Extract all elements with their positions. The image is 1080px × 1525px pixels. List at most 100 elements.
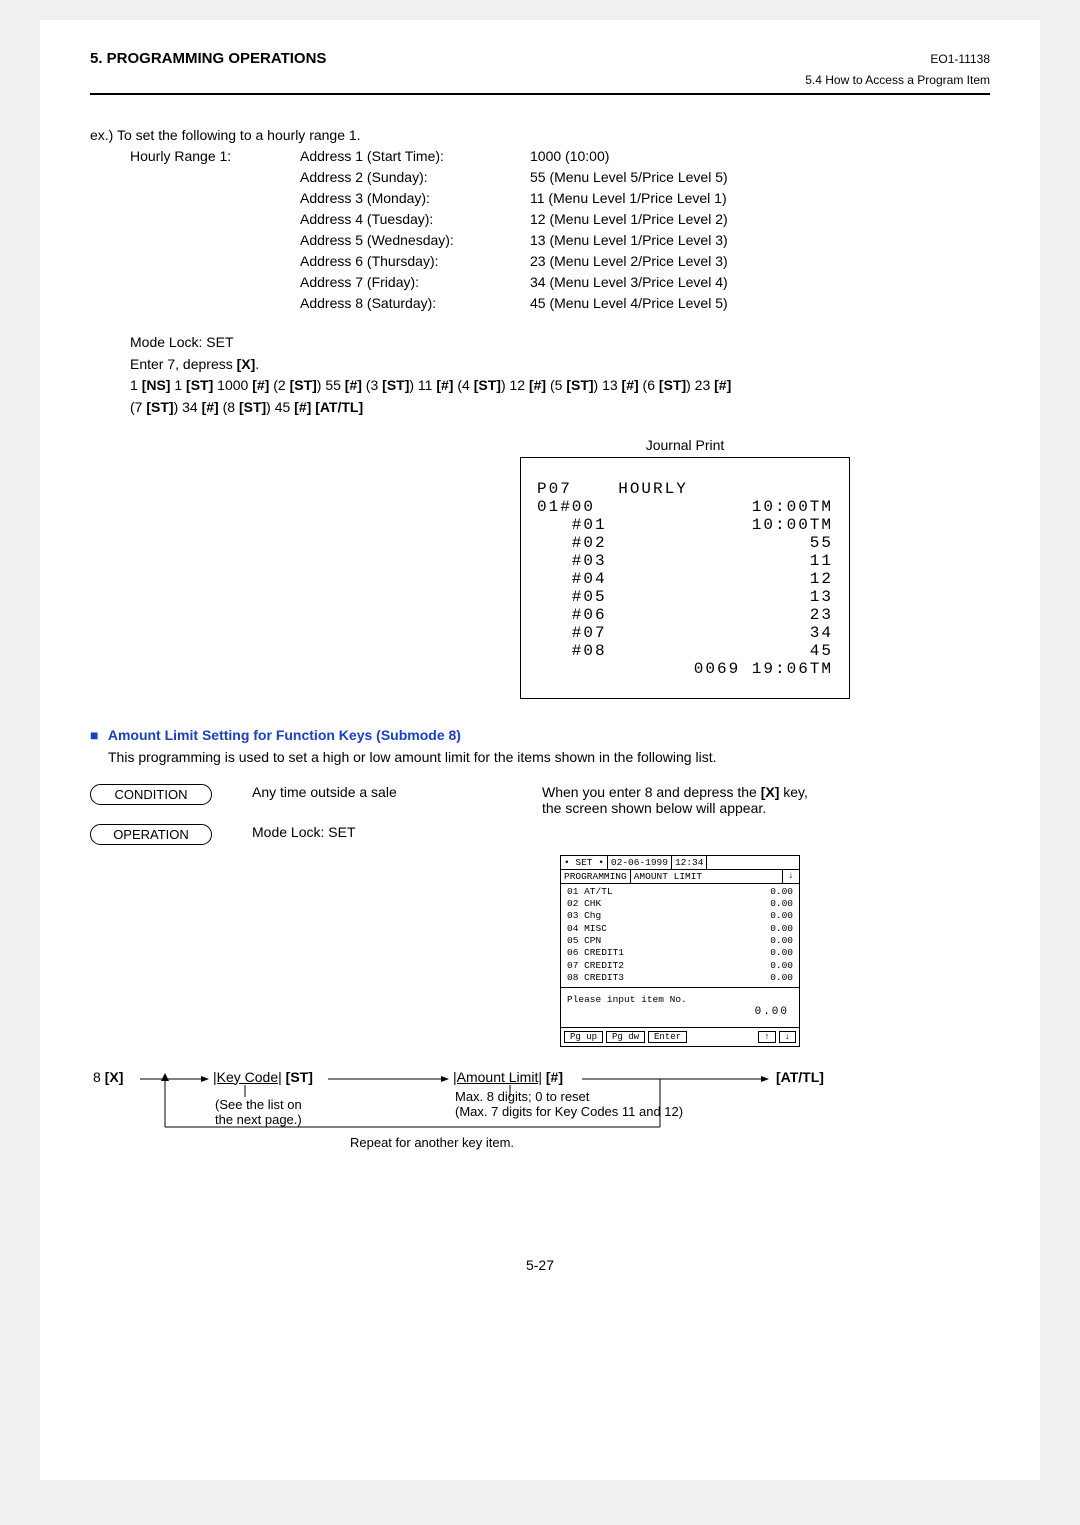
screen-time: 12:34	[672, 856, 708, 869]
journal-cell: 01#00	[537, 498, 595, 516]
screen-title-bar: • SET • 02-06-1999 12:34	[561, 856, 799, 870]
journal-cell: #07	[537, 624, 607, 642]
list-item: 08 CREDIT3	[567, 972, 624, 984]
sequence-line-2: (7 [ST]) 34 [#] (8 [ST]) 45 [#] [AT/TL]	[130, 397, 990, 419]
addr-label: Address 3 (Monday):	[300, 188, 530, 209]
screen-list: 01 AT/TL 0.00 02 CHK 0.00 03 Chg 0.00 04 MI…	[561, 884, 799, 988]
journal-footer: 0069 19:06TM	[694, 660, 833, 678]
list-item: 05 CPN	[567, 935, 601, 947]
addr-val: 23 (Menu Level 2/Price Level 3)	[530, 251, 990, 272]
addr-val: 1000 (10:00)	[530, 146, 990, 167]
list-item: 06 CREDIT1	[567, 947, 624, 959]
submode8-heading: ■ Amount Limit Setting for Function Keys…	[90, 727, 990, 743]
up-arrow-button[interactable]: ↑	[758, 1031, 775, 1043]
header-rule	[90, 93, 990, 95]
list-value: 0.00	[770, 935, 793, 947]
list-item: 02 CHK	[567, 898, 601, 910]
journal-cell: #04	[537, 570, 607, 588]
journal-cell: #03	[537, 552, 607, 570]
list-value: 0.00	[770, 972, 793, 984]
down-arrow-button[interactable]: ↓	[779, 1031, 796, 1043]
example-block: ex.) To set the following to a hourly ra…	[90, 125, 990, 314]
addr-val: 13 (Menu Level 1/Price Level 3)	[530, 230, 990, 251]
condition-pill: CONDITION	[90, 784, 212, 805]
screen-tabs: PROGRAMMING AMOUNT LIMIT ↓	[561, 870, 799, 884]
doc-code: EO1-11138	[930, 52, 990, 66]
journal-cell: #01	[537, 516, 607, 534]
journal-title: P07 HOURLY	[537, 480, 688, 498]
journal-cell: #08	[537, 642, 607, 660]
mode-lock: Mode Lock: SET	[130, 332, 990, 354]
list-value: 0.00	[770, 886, 793, 898]
screen-mode: • SET •	[561, 856, 608, 869]
mode-sequence: Mode Lock: SET Enter 7, depress [X]. 1 […	[130, 332, 990, 419]
journal-cell: #02	[537, 534, 607, 552]
addr-val: 34 (Menu Level 3/Price Level 4)	[530, 272, 990, 293]
screen-tab2: AMOUNT LIMIT	[631, 870, 782, 883]
addr-label: Address 5 (Wednesday):	[300, 230, 530, 251]
pg-up-button[interactable]: Pg up	[564, 1031, 603, 1043]
enter-line: Enter 7, depress [X].	[130, 354, 990, 376]
addr-val: 12 (Menu Level 1/Price Level 2)	[530, 209, 990, 230]
flow-node-1: 8 [X]	[90, 1069, 126, 1085]
journal-cell: #05	[537, 588, 607, 606]
journal-cell: 34	[810, 624, 833, 642]
sub-heading: 5.4 How to Access a Program Item	[90, 73, 990, 87]
page-header: 5. PROGRAMMING OPERATIONS EO1-11138	[90, 50, 990, 67]
screen-prompt: Please input item No. 0.00	[561, 988, 799, 1028]
range-label: Hourly Range 1:	[130, 146, 300, 167]
submode8-desc: This programming is used to set a high o…	[108, 747, 990, 768]
journal-cell: 23	[810, 606, 833, 624]
journal-box: P07 HOURLY 01#0010:00TM #0110:00TM #0255…	[520, 457, 850, 699]
addr-label: Address 7 (Friday):	[300, 272, 530, 293]
condition-row: CONDITION Any time outside a sale When y…	[90, 784, 990, 816]
addr-label: Address 8 (Saturday):	[300, 293, 530, 314]
flow-node-2: |Key Code| [ST]	[210, 1069, 316, 1085]
list-value: 0.00	[770, 898, 793, 910]
pg-dw-button[interactable]: Pg dw	[606, 1031, 645, 1043]
addr-label: Address 2 (Sunday):	[300, 167, 530, 188]
list-value: 0.00	[770, 910, 793, 922]
repeat-label: Repeat for another key item.	[350, 1135, 514, 1150]
list-item: 04 MISC	[567, 923, 607, 935]
operation-row: OPERATION Mode Lock: SET	[90, 824, 990, 845]
journal-print-label: Journal Print	[520, 437, 850, 453]
list-item: 03 Chg	[567, 910, 601, 922]
journal-cell: 11	[810, 552, 833, 570]
addr-label: Address 6 (Thursday):	[300, 251, 530, 272]
list-value: 0.00	[770, 960, 793, 972]
addr-val: 55 (Menu Level 5/Price Level 5)	[530, 167, 990, 188]
scroll-down-icon[interactable]: ↓	[782, 870, 799, 883]
operation-text: Mode Lock: SET	[252, 824, 356, 840]
list-value: 0.00	[770, 923, 793, 935]
journal-cell: 13	[810, 588, 833, 606]
list-item: 07 CREDIT2	[567, 960, 624, 972]
enter-button[interactable]: Enter	[648, 1031, 687, 1043]
journal-cell: 10:00TM	[752, 498, 833, 516]
operation-pill: OPERATION	[90, 824, 212, 845]
flow-node-4: [AT/TL]	[773, 1069, 827, 1085]
sequence-line-1: 1 [NS] 1 [ST] 1000 [#] (2 [ST]) 55 [#] (…	[130, 375, 990, 397]
journal-cell: 12	[810, 570, 833, 588]
flow-sub-3: Max. 8 digits; 0 to reset (Max. 7 digits…	[455, 1089, 683, 1119]
screen-date: 02-06-1999	[608, 856, 672, 869]
flow-sub-2: (See the list on the next page.)	[215, 1097, 302, 1127]
list-item: 01 AT/TL	[567, 886, 613, 898]
list-value: 0.00	[770, 947, 793, 959]
addr-val: 11 (Menu Level 1/Price Level 1)	[530, 188, 990, 209]
screen-amount: 0.00	[755, 1006, 789, 1018]
right-notice: When you enter 8 and depress the [X] key…	[542, 784, 832, 816]
addr-label: Address 4 (Tuesday):	[300, 209, 530, 230]
journal-cell: #06	[537, 606, 607, 624]
journal-cell: 45	[810, 642, 833, 660]
page-number: 5-27	[90, 1257, 990, 1273]
section-heading: 5. PROGRAMMING OPERATIONS	[90, 50, 326, 67]
square-bullet-icon: ■	[90, 727, 98, 743]
terminal-screen: • SET • 02-06-1999 12:34 PROGRAMMING AMO…	[560, 855, 800, 1047]
flow-node-3: |Amount Limit| [#]	[450, 1069, 566, 1085]
addr-val: 45 (Menu Level 4/Price Level 5)	[530, 293, 990, 314]
screen-button-bar: Pg up Pg dw Enter ↑ ↓	[561, 1028, 799, 1046]
flow-diagram: 8 [X] |Key Code| [ST] |Amount Limit| [#]…	[90, 1067, 990, 1187]
document-page: 5. PROGRAMMING OPERATIONS EO1-11138 5.4 …	[40, 20, 1040, 1480]
screen-tab1: PROGRAMMING	[561, 870, 631, 883]
